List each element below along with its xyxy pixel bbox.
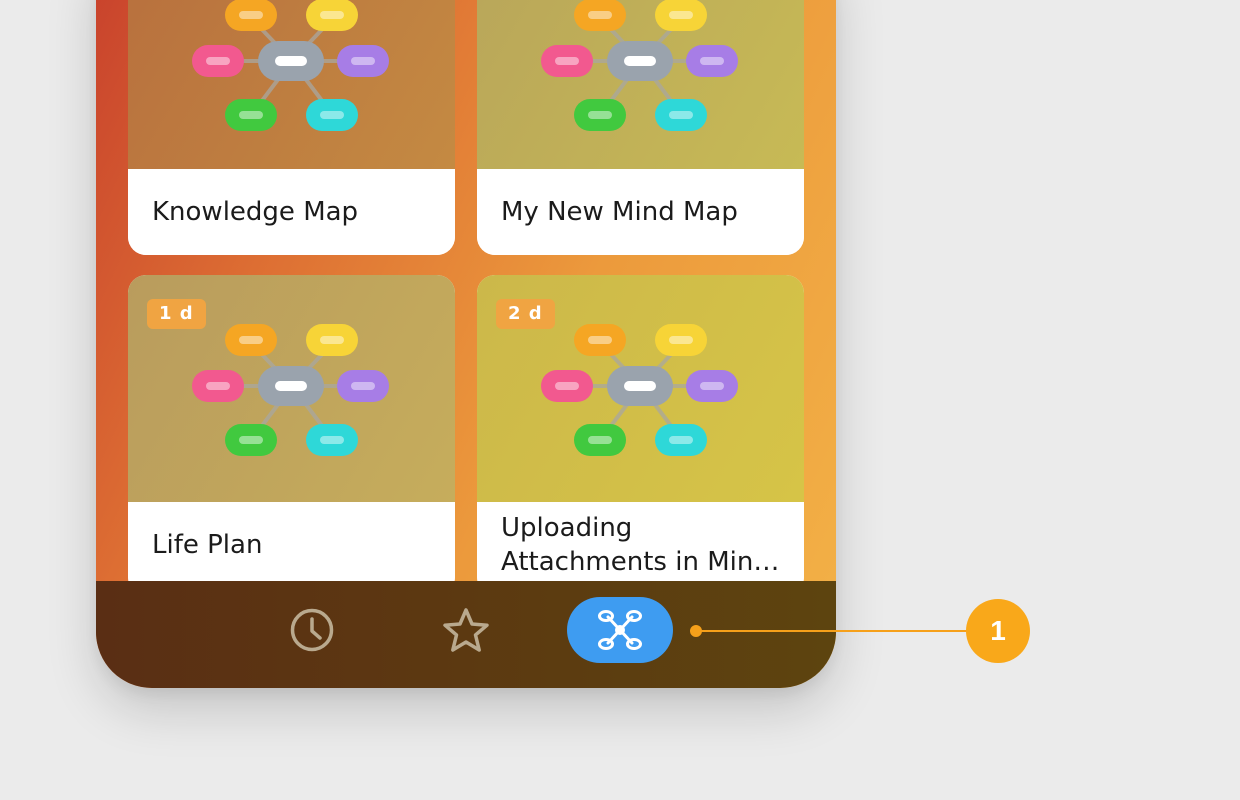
card-thumbnail: 1 d xyxy=(128,275,455,502)
mind-map-preview-icon xyxy=(192,322,391,458)
card-thumbnail xyxy=(477,0,804,169)
mind-map-preview-icon xyxy=(541,0,740,133)
tab-favorites[interactable] xyxy=(413,597,519,663)
callout-dot xyxy=(690,625,702,637)
card-title: Knowledge Map xyxy=(152,197,359,227)
callout-line xyxy=(696,630,968,632)
card-title: My New Mind Map xyxy=(501,197,738,227)
mind-map-card-my-new-mind-map[interactable]: My New Mind Map xyxy=(477,0,804,255)
card-thumbnail: 2 d xyxy=(477,275,804,502)
clock-icon xyxy=(290,608,334,652)
tab-mind-maps[interactable] xyxy=(567,597,673,663)
card-title: Uploading Attachments in Min… xyxy=(501,513,780,577)
bottom-tab-bar xyxy=(96,581,836,688)
mind-map-card-knowledge-map[interactable]: Knowledge Map xyxy=(128,0,455,255)
mind-map-card-life-plan[interactable]: 1 d Life Plan xyxy=(128,275,455,595)
mind-map-card-uploading-attachments[interactable]: 2 d Uploading Attachments in Min… xyxy=(477,275,804,595)
mind-map-preview-icon xyxy=(192,0,391,133)
tab-recent[interactable] xyxy=(259,597,365,663)
callout-number-badge: 1 xyxy=(966,599,1030,663)
card-thumbnail xyxy=(128,0,455,169)
card-title: Life Plan xyxy=(152,530,263,560)
mind-map-icon xyxy=(598,610,642,650)
phone-screen: Knowledge Map My New Mind Map 1 d Life P… xyxy=(96,0,836,688)
star-icon xyxy=(443,608,489,652)
mind-map-preview-icon xyxy=(541,322,740,458)
